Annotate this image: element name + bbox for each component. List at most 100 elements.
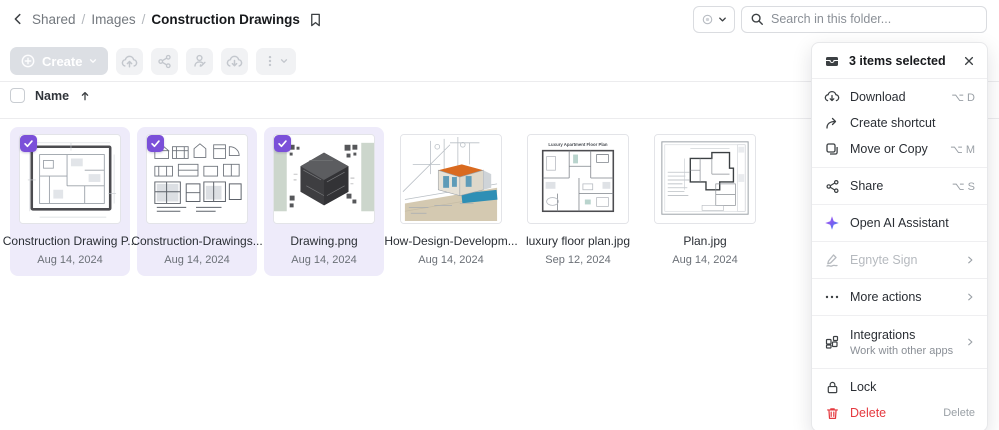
download-button[interactable] (221, 48, 248, 75)
close-icon (963, 55, 975, 67)
file-date: Aug 14, 2024 (672, 254, 737, 266)
menu-item-move-or-copy[interactable]: Move or Copy ⌥ M (812, 136, 987, 162)
menu-group: Egnyte Sign (812, 241, 987, 278)
breadcrumb-images[interactable]: Images (91, 12, 135, 27)
close-menu-button[interactable] (963, 55, 975, 67)
top-bar: Shared / Images / Construction Drawings (0, 0, 999, 38)
file-tile-how-design-development[interactable]: How-Design-Developm... Aug 14, 2024 (391, 127, 511, 276)
search-icon (750, 12, 764, 26)
selected-checkbox[interactable] (147, 135, 164, 152)
selection-context-menu: 3 items selected Download ⌥ D Create sho… (811, 42, 988, 430)
ellipsis-icon (824, 289, 840, 305)
create-button[interactable]: Create (10, 47, 108, 75)
more-actions-button[interactable] (256, 48, 296, 75)
file-date: Aug 14, 2024 (37, 254, 102, 266)
cloud-download-icon (824, 89, 840, 105)
menu-item-egnyte-sign[interactable]: Egnyte Sign (812, 247, 987, 273)
shortcut-hint: ⌥ S (952, 180, 975, 193)
thumbnail-caption: Luxury Apartment Floor Plan (548, 142, 608, 147)
breadcrumb-shared[interactable]: Shared (32, 12, 76, 27)
shortcut-hint: ⌥ D (951, 91, 975, 104)
thumbnail-wrap (399, 133, 503, 225)
bookmark-button[interactable] (308, 12, 323, 27)
menu-group: Share ⌥ S (812, 167, 987, 204)
shortcut-hint: Delete (943, 407, 975, 419)
menu-item-label: More actions (850, 290, 955, 304)
menu-item-subtitle: Work with other apps (850, 345, 955, 357)
lock-icon (824, 379, 840, 395)
menu-item-label: Integrations (850, 328, 955, 342)
file-name: luxury floor plan.jpg (526, 234, 630, 248)
menu-group: Open AI Assistant (812, 204, 987, 241)
menu-item-label: Share (850, 179, 942, 193)
scope-circle-icon (701, 13, 714, 26)
menu-group: Integrations Work with other apps (812, 315, 987, 368)
menu-item-create-shortcut[interactable]: Create shortcut (812, 110, 987, 136)
chevron-left-icon (11, 12, 25, 26)
integrations-grid-icon (824, 334, 840, 350)
menu-item-more-actions[interactable]: More actions (812, 284, 987, 310)
menu-item-open-ai-assistant[interactable]: Open AI Assistant (812, 210, 987, 236)
file-date: Sep 12, 2024 (545, 254, 610, 266)
selected-checkbox[interactable] (20, 135, 37, 152)
user-edit-icon (192, 53, 208, 69)
file-date: Aug 14, 2024 (418, 254, 483, 266)
chevron-right-icon (965, 337, 975, 347)
checkmark-icon (277, 138, 288, 149)
menu-header: 3 items selected (812, 43, 987, 78)
menu-item-label: Download (850, 90, 941, 104)
action-toolbar: Create (10, 47, 296, 75)
ai-sparkle-icon (824, 215, 840, 231)
menu-item-label: Egnyte Sign (850, 253, 955, 267)
luxury-floor-plan-thumbnail: Luxury Apartment Floor Plan (527, 134, 629, 224)
menu-group: Lock Delete Delete (812, 368, 987, 430)
menu-item-download[interactable]: Download ⌥ D (812, 84, 987, 110)
checkmark-icon (23, 138, 34, 149)
menu-item-integrations[interactable]: Integrations Work with other apps (812, 321, 987, 363)
back-button[interactable] (8, 9, 28, 29)
menu-item-lock[interactable]: Lock (812, 374, 987, 400)
menu-group: More actions (812, 278, 987, 315)
menu-item-label: Lock (850, 380, 975, 394)
breadcrumb-separator: / (142, 12, 146, 27)
thumbnail-wrap (272, 133, 376, 225)
selected-checkbox[interactable] (274, 135, 291, 152)
menu-item-label: Delete (850, 406, 933, 420)
selected-items-icon (824, 53, 840, 69)
chevron-down-icon (88, 56, 98, 66)
file-tile-construction-drawing-p[interactable]: Construction Drawing P... Aug 14, 2024 (10, 127, 130, 276)
search-input[interactable] (771, 12, 978, 26)
search-box (741, 6, 987, 33)
chevron-down-icon (717, 14, 728, 25)
file-name: Plan.jpg (683, 234, 726, 248)
thumbnail-wrap (145, 133, 249, 225)
menu-item-text: Integrations Work with other apps (850, 328, 955, 357)
file-name: Drawing.png (290, 234, 357, 248)
select-all-checkbox[interactable] (10, 88, 25, 103)
upload-button[interactable] (116, 48, 143, 75)
file-date: Aug 14, 2024 (164, 254, 229, 266)
share-button[interactable] (151, 48, 178, 75)
file-name: Construction-Drawings... (131, 234, 262, 248)
sort-ascending-icon[interactable] (79, 90, 91, 102)
column-header-name[interactable]: Name (35, 89, 69, 103)
thumbnail-wrap (18, 133, 122, 225)
menu-item-delete[interactable]: Delete Delete (812, 400, 987, 426)
file-tile-luxury-floor-plan[interactable]: Luxury Apartment Floor Plan luxury floor… (518, 127, 638, 276)
share-icon (824, 178, 840, 194)
search-scope-dropdown[interactable] (693, 6, 735, 33)
menu-item-share[interactable]: Share ⌥ S (812, 173, 987, 199)
file-tile-drawing-png[interactable]: Drawing.png Aug 14, 2024 (264, 127, 384, 276)
technical-plan-thumbnail (654, 134, 756, 224)
cloud-upload-icon (121, 53, 138, 70)
file-tile-plan-jpg[interactable]: Plan.jpg Aug 14, 2024 (645, 127, 765, 276)
plus-circle-icon (20, 53, 36, 69)
kebab-icon (263, 54, 277, 68)
menu-item-label: Move or Copy (850, 142, 940, 156)
copy-icon (824, 141, 840, 157)
file-name: Construction Drawing P... (3, 234, 138, 248)
list-header: Name (10, 88, 91, 103)
manage-access-button[interactable] (186, 48, 213, 75)
file-tile-construction-drawings[interactable]: Construction-Drawings... Aug 14, 2024 (137, 127, 257, 276)
breadcrumb: Shared / Images / Construction Drawings (32, 12, 300, 27)
